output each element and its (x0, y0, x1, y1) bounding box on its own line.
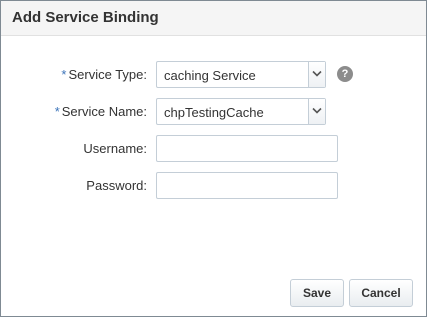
service-name-dropdown-button[interactable] (308, 99, 325, 124)
service-type-value: caching Service (164, 68, 256, 83)
cancel-button[interactable]: Cancel (349, 279, 413, 307)
username-label: Username: (83, 141, 147, 156)
save-button[interactable]: Save (290, 279, 344, 307)
required-marker: * (61, 67, 67, 82)
service-type-label-text: Service Type: (68, 67, 147, 82)
username-row: Username: (1, 135, 426, 163)
service-type-select[interactable]: caching Service (156, 61, 326, 88)
service-name-label-text: Service Name: (61, 104, 147, 119)
password-label: Password: (86, 178, 147, 193)
username-input[interactable] (156, 135, 338, 162)
chevron-down-icon (312, 107, 322, 114)
service-name-row: * Service Name: chpTestingCache (1, 98, 426, 126)
service-type-row: * Service Type: caching Service ? (1, 61, 426, 89)
add-service-binding-dialog: Add Service Binding * Service Type: cachi… (0, 0, 427, 317)
service-type-label: * Service Type: (61, 67, 147, 82)
service-name-label: * Service Name: (55, 104, 147, 119)
chevron-down-icon (312, 70, 322, 77)
required-marker: * (54, 104, 60, 119)
service-type-dropdown-button[interactable] (308, 62, 325, 87)
dialog-header: Add Service Binding (1, 1, 426, 36)
password-input[interactable] (156, 172, 338, 199)
password-row: Password: (1, 172, 426, 200)
service-name-select[interactable]: chpTestingCache (156, 98, 326, 125)
help-icon[interactable]: ? (337, 66, 353, 82)
service-name-value: chpTestingCache (164, 105, 264, 120)
dialog-title: Add Service Binding (12, 9, 159, 26)
